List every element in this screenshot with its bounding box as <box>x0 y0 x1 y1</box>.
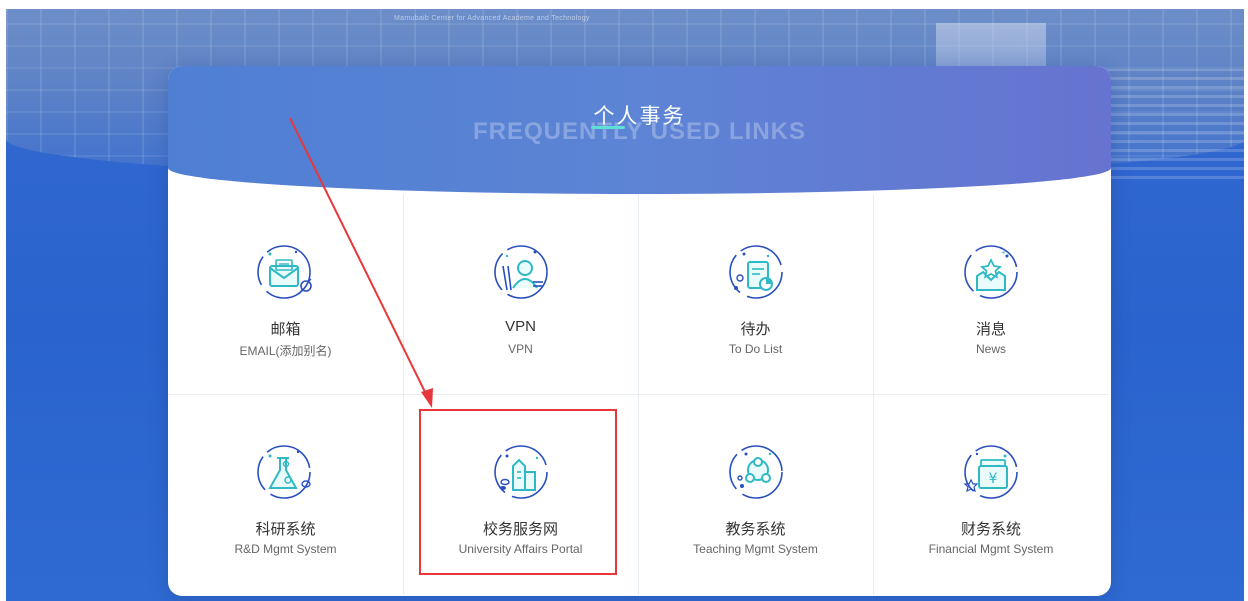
tile-subtitle: Financial Mgmt System <box>928 542 1054 556</box>
panel-title: 个人事务 <box>593 105 686 128</box>
tile-vpn[interactable]: VPN VPN <box>403 194 639 395</box>
mail-icon <box>257 245 312 299</box>
svg-text:¥: ¥ <box>989 471 998 487</box>
annotation-highlight-box <box>419 409 617 575</box>
tile-title: 消息 <box>975 321 1006 338</box>
network-icon <box>729 445 783 499</box>
tile-subtitle: VPN <box>508 342 533 356</box>
flask-icon <box>257 445 311 499</box>
tile-title: VPN <box>505 318 536 335</box>
tile-title: 邮箱 <box>270 321 301 338</box>
tile-subtitle: R&D Mgmt System <box>234 542 337 556</box>
vpn-user-icon <box>494 245 548 299</box>
todo-icon <box>729 245 783 299</box>
tile-teaching-system[interactable]: 教务系统 Teaching Mgmt System <box>638 394 874 595</box>
tile-rd-system[interactable]: 科研系统 R&D Mgmt System <box>168 394 404 595</box>
panel-header: FREQUENTLY USED LINKS 个人事务 <box>168 66 1111 194</box>
tile-subtitle: EMAIL(添加别名) <box>239 344 332 358</box>
tile-email[interactable]: 邮箱 EMAIL(添加别名) <box>168 194 404 395</box>
tile-news[interactable]: 消息 News <box>873 194 1109 395</box>
tile-title: 财务系统 <box>960 521 1021 538</box>
tile-title: 教务系统 <box>725 521 786 538</box>
tile-todo[interactable]: 待办 To Do List <box>638 194 874 395</box>
personal-affairs-panel: FREQUENTLY USED LINKS 个人事务 邮箱 EMAIL(添加别名… <box>168 66 1111 596</box>
news-icon <box>964 245 1018 299</box>
tile-title: 待办 <box>740 321 771 338</box>
links-grid: 邮箱 EMAIL(添加别名) VPN VPN 待办 To Do List 消息 … <box>168 194 1111 596</box>
tile-subtitle: News <box>975 342 1006 356</box>
building-caption: Mamubaib Center for Advanced Academe and… <box>394 15 590 22</box>
title-underline <box>591 126 625 129</box>
tile-subtitle: Teaching Mgmt System <box>693 542 818 556</box>
tile-title: 科研系统 <box>255 521 316 538</box>
tile-financial-system[interactable]: ¥ 财务系统 Financial Mgmt System <box>873 394 1109 595</box>
tile-subtitle: To Do List <box>728 342 783 356</box>
yuan-money-icon: ¥ <box>963 445 1018 499</box>
